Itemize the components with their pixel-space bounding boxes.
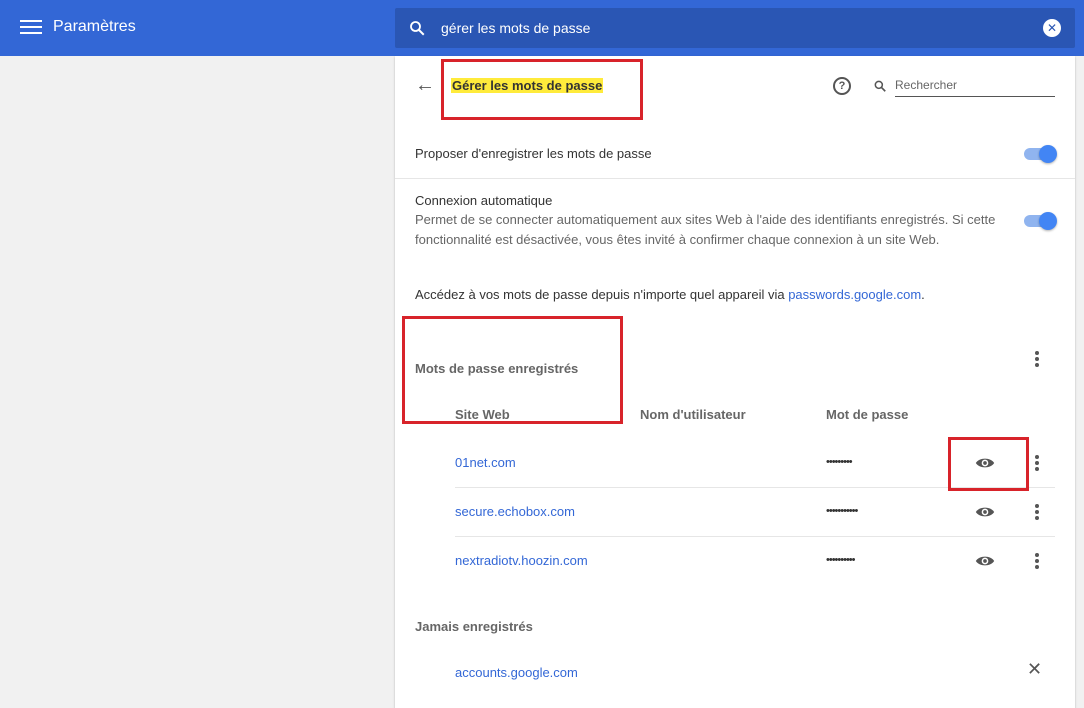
info-text: Accédez à vos mots de passe depuis n'imp… <box>415 287 925 302</box>
offer-save-label: Proposer d'enregistrer les mots de passe <box>415 146 652 161</box>
saved-passwords-menu-icon[interactable] <box>1029 350 1045 368</box>
back-arrow-icon[interactable]: ← <box>415 75 435 95</box>
saved-passwords-title: Mots de passe enregistrés <box>415 361 579 376</box>
hamburger-menu-icon[interactable] <box>20 18 42 38</box>
column-header-password: Mot de passe <box>826 407 909 422</box>
masked-password: ••••••••••• <box>826 505 858 517</box>
passwords-google-link[interactable]: passwords.google.com <box>788 287 921 302</box>
settings-search-field[interactable]: gérer les mots de passe ✕ <box>395 8 1075 48</box>
show-password-eye-icon[interactable] <box>975 554 995 568</box>
search-input[interactable]: gérer les mots de passe <box>441 20 590 36</box>
offer-save-toggle[interactable] <box>1024 145 1057 163</box>
masked-password: •••••••••• <box>826 554 855 566</box>
passwords-card: ← Gérer les mots de passe ? Proposer d'e… <box>395 56 1075 708</box>
search-icon <box>410 21 425 36</box>
help-icon[interactable]: ? <box>833 77 851 95</box>
site-link[interactable]: nextradiotv.hoozin.com <box>455 553 588 568</box>
site-link[interactable]: secure.echobox.com <box>455 504 575 519</box>
password-search-input[interactable] <box>895 73 1055 97</box>
show-password-eye-icon[interactable] <box>975 456 995 470</box>
autologin-label: Connexion automatique <box>415 193 553 208</box>
autologin-description: Permet de se connecter automatiquement a… <box>415 212 996 247</box>
row-menu-icon[interactable] <box>1029 552 1045 570</box>
masked-password: ••••••••• <box>826 456 853 468</box>
remove-exception-icon[interactable]: ✕ <box>1027 660 1042 678</box>
divider <box>455 487 1055 488</box>
row-menu-icon[interactable] <box>1029 503 1045 521</box>
app-title: Paramètres <box>53 18 136 35</box>
site-link[interactable]: 01net.com <box>455 455 516 470</box>
autologin-toggle[interactable] <box>1024 212 1057 230</box>
site-link[interactable]: accounts.google.com <box>455 665 578 680</box>
page-title: Gérer les mots de passe <box>451 78 604 93</box>
column-header-username: Nom d'utilisateur <box>640 407 746 422</box>
top-bar: Paramètres gérer les mots de passe ✕ <box>0 0 1084 56</box>
show-password-eye-icon[interactable] <box>975 505 995 519</box>
search-icon <box>874 80 886 92</box>
row-menu-icon[interactable] <box>1029 454 1045 472</box>
never-saved-title: Jamais enregistrés <box>415 619 533 634</box>
divider <box>395 178 1075 179</box>
divider <box>455 536 1055 537</box>
clear-icon[interactable]: ✕ <box>1043 19 1061 37</box>
column-header-site: Site Web <box>455 407 510 422</box>
